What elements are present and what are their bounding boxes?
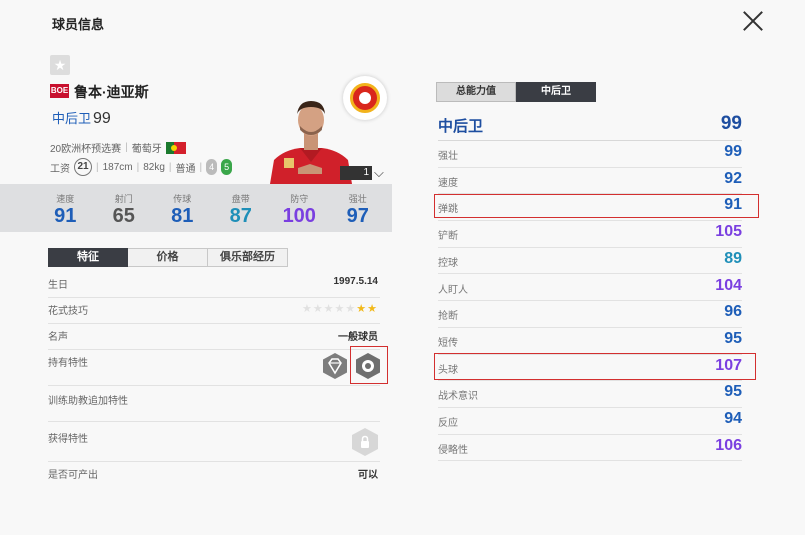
attribute-name: 速度 [438, 177, 458, 189]
birthday-value: 1997.5.14 [333, 276, 379, 287]
attribute-value: 105 [715, 223, 742, 241]
player-details-row: 工资 21 | 187cm | 82kg | 普通 | 4 5 [50, 158, 233, 176]
salary-badge: 21 [74, 158, 92, 176]
birthday-row: 生日 1997.5.14 [48, 276, 380, 298]
skill-moves-row: 花式技巧 ★★★★★★★ [48, 302, 380, 324]
fame-value: 一般球员 [338, 332, 378, 343]
acquired-trait-label: 获得特性 [48, 434, 88, 445]
skill-stars: ★★★★★★★ [301, 303, 378, 315]
attribute-value: 95 [724, 329, 742, 347]
league-nation-row: 20欧洲杯预选赛 | 葡萄牙 [50, 140, 186, 155]
attribute-row: 人盯人 104 [438, 275, 742, 302]
position-rating-value: 99 [720, 113, 742, 134]
acquired-trait-row: 获得特性 [48, 430, 380, 462]
stat-defending: 防守 100 [282, 194, 316, 227]
attribute-row: 铲断 105 [438, 221, 742, 248]
stat-shooting: 射门 65 [112, 194, 135, 227]
position-rating-header: 中后卫 99 [438, 113, 742, 141]
attribute-value: 95 [724, 383, 742, 401]
attribute-name: 强壮 [438, 151, 458, 162]
tab-club-history[interactable]: 俱乐部经历 [208, 248, 288, 267]
jumping-highlight [434, 194, 759, 218]
stats-bar: 速度 91 射门 65 传球 81 盘带 87 防守 100 强壮 97 [0, 184, 392, 232]
stat-physical: 强壮 97 [346, 194, 369, 227]
stat-passing: 传球 81 [171, 194, 194, 227]
chevron-down-icon[interactable]: ⌵ [374, 165, 384, 181]
heading-highlight [434, 353, 756, 380]
attribute-row: 战术意识 95 [438, 381, 742, 408]
left-tabs: 特征 价格 俱乐部经历 [48, 248, 288, 267]
nation-name: 葡萄牙 [131, 144, 162, 155]
height: 187cm [102, 161, 133, 173]
attribute-value: 92 [724, 169, 742, 187]
fame-row: 名声 一般球员 [48, 328, 380, 350]
attribute-row: 反应 94 [438, 408, 742, 435]
skill-label: 花式技巧 [48, 306, 88, 317]
attribute-name: 人盯人 [438, 284, 468, 296]
attribute-row: 强壮 99 [438, 141, 742, 168]
portugal-flag-icon [165, 141, 186, 154]
trait-highlight [350, 346, 388, 384]
level-tag: 1 [340, 166, 372, 180]
skill-moves-badge: 5 [221, 159, 233, 175]
player-name: 鲁本·迪亚斯 [74, 84, 149, 100]
attribute-name: 短传 [438, 337, 458, 349]
season-badge: BOE [50, 84, 69, 98]
fame-label: 名声 [48, 332, 68, 343]
attribute-name: 战术意识 [438, 391, 478, 403]
page-title: 球员信息 [52, 17, 105, 32]
traits-label: 持有特性 [48, 358, 88, 369]
tradable-row: 是否可产出 可以 [48, 466, 380, 486]
stat-pace: 速度 91 [54, 194, 77, 227]
attribute-row: 抢断 96 [438, 301, 742, 328]
tab-overall-ability[interactable]: 总能力值 [436, 82, 516, 102]
attribute-row: 控球 89 [438, 248, 742, 275]
diamond-trait-icon[interactable] [321, 352, 349, 380]
attribute-name: 控球 [438, 257, 458, 269]
weak-foot-badge: 4 [206, 159, 218, 175]
favorite-star-icon[interactable]: ★ [50, 55, 70, 75]
tradable-value: 可以 [358, 470, 378, 481]
attribute-value: 96 [724, 303, 742, 321]
attribute-name: 抢断 [438, 311, 458, 323]
right-tabs: 总能力值 中后卫 [436, 82, 596, 102]
attribute-row: 短传 95 [438, 328, 742, 355]
attribute-value: 104 [715, 276, 742, 294]
coach-trait-label: 训练助教追加特性 [48, 396, 128, 407]
birthday-label: 生日 [48, 280, 68, 291]
player-overall: 99 [93, 110, 111, 127]
attribute-name: 反应 [438, 418, 458, 429]
attribute-name: 铲断 [438, 231, 458, 243]
salary-label: 工资 [50, 163, 70, 175]
tradable-label: 是否可产出 [48, 470, 98, 481]
stat-dribbling: 盘带 87 [229, 194, 252, 227]
body-type: 普通 [175, 163, 196, 175]
attribute-value: 89 [724, 249, 742, 267]
attribute-value: 94 [724, 410, 742, 427]
attribute-row: 速度 92 [438, 168, 742, 195]
weight: 82kg [143, 161, 165, 173]
position-overall: 中后卫 99 [52, 108, 111, 128]
tab-traits[interactable]: 特征 [48, 248, 128, 267]
position-rating-name: 中后卫 [438, 118, 484, 135]
attribute-name: 侵略性 [438, 444, 468, 456]
tab-price[interactable]: 价格 [128, 248, 208, 267]
attribute-row: 侵略性 106 [438, 435, 742, 462]
attribute-value: 106 [715, 436, 742, 454]
coach-trait-row: 训练助教追加特性 [48, 392, 380, 422]
tab-centre-back[interactable]: 中后卫 [516, 82, 596, 102]
player-position: 中后卫 [52, 111, 92, 126]
league-name: 20欧洲杯预选赛 [50, 144, 122, 155]
attribute-value: 99 [724, 143, 742, 160]
close-icon[interactable] [740, 8, 766, 34]
